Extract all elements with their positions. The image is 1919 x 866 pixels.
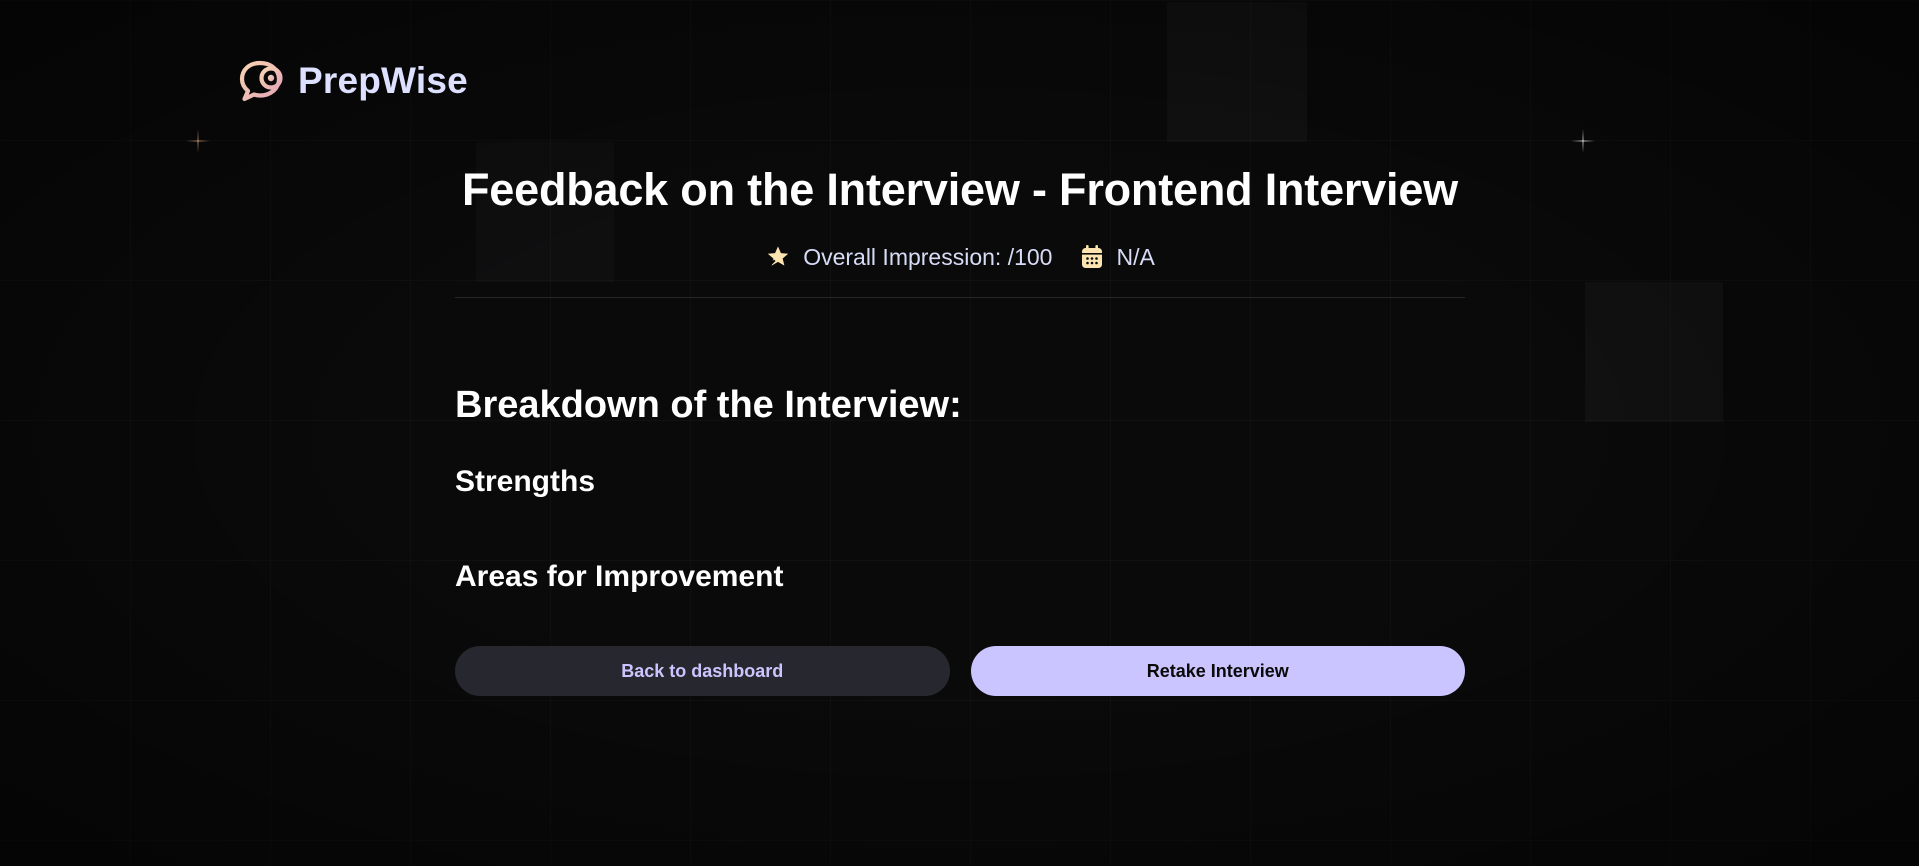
calendar-icon — [1080, 244, 1104, 270]
overall-impression-text: Overall Impression: /100 — [803, 243, 1053, 270]
background-tile — [1585, 282, 1723, 422]
sparkle-icon — [186, 129, 210, 153]
action-buttons: Back to dashboard Retake Interview — [455, 646, 1465, 696]
feedback-date: N/A — [1080, 243, 1155, 271]
star-icon — [765, 244, 791, 270]
date-text: N/A — [1116, 243, 1155, 270]
retake-interview-button[interactable]: Retake Interview — [970, 646, 1465, 696]
strengths-heading: Strengths — [455, 465, 596, 498]
page-title: Feedback on the Interview - Frontend Int… — [462, 164, 1458, 215]
background-tile — [1167, 2, 1307, 142]
overall-impression: Overall Impression: /100 — [765, 244, 1052, 271]
divider — [455, 297, 1465, 298]
back-to-dashboard-button[interactable]: Back to dashboard — [455, 646, 950, 696]
breakdown-heading: Breakdown of the Interview: — [455, 384, 962, 426]
sparkle-icon — [1571, 129, 1595, 153]
feedback-meta: Overall Impression: /100 N/A — [455, 240, 1465, 274]
improvement-heading: Areas for Improvement — [455, 560, 784, 593]
chat-bubble-logo-icon — [239, 60, 289, 102]
brand-name: PrepWise — [298, 60, 468, 101]
brand-logo-link[interactable]: PrepWise — [239, 60, 468, 102]
feedback-content: Feedback on the Interview - Frontend Int… — [455, 160, 1465, 696]
